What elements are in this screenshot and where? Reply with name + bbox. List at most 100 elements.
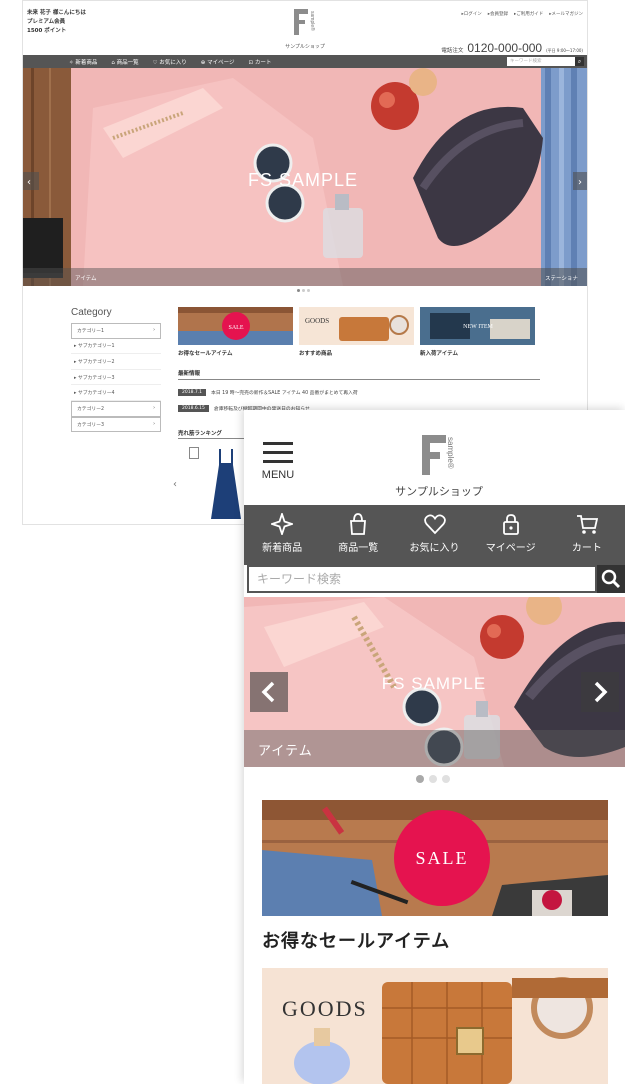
header-links: ▸ログイン ▸会員登録 ▸ご利用ガイド ▸メールマガジン [461,11,583,17]
subcategory-item[interactable]: ▸ サブカテゴリー1 [71,339,161,355]
hero-caption: アイテム [258,744,313,759]
heart-icon [423,514,446,535]
mobile-preview: MENU sample® サンプルショップ 新着商品 商品一覧 お気に入り マイ… [244,410,625,1084]
news-date: 2018.7.1 [178,389,207,396]
tile-caption: 新入荷アイテム [420,351,458,357]
header-link[interactable]: ▸会員登録 [488,11,508,17]
slider-next-button[interactable] [581,672,619,712]
search-input[interactable]: キーワード検索 [247,565,597,593]
member-rank: プレミアム会員 [27,19,66,25]
header-link[interactable]: ▸ログイン [461,11,481,17]
logo-side-text: sample® [309,11,316,31]
shop-logo[interactable]: sample® サンプルショップ [394,435,484,499]
subcategory-item[interactable]: ▸ サブカテゴリー2 [71,354,161,370]
chevron-left-icon [261,681,275,703]
slider-dots[interactable] [297,289,310,292]
user-greeting: 未来 花子 様こんにちは [27,10,86,16]
feature-tiles: SALE お得なセールアイテム GOODS おすすめ商品 NEW ITEM 新入… [178,307,535,357]
desktop-search-input[interactable]: キーワード検索 ⌕ [507,57,584,66]
ranking-prev-icon[interactable]: ‹ [173,479,177,490]
hero-title: FS SAMPLE [248,170,358,190]
chevron-right-icon: › [153,421,155,427]
logo-shop-name: サンプルショップ [285,44,325,50]
cart-icon [576,515,598,534]
search-icon[interactable]: ⌕ [575,57,584,66]
tile-caption: おすすめ商品 [299,351,333,357]
nav-mypage[interactable]: ⊕ マイページ [201,58,235,66]
nav-product-list[interactable]: 商品一覧 [320,505,396,565]
nav-new-items[interactable]: ✧ 新着商品 [69,58,97,66]
nav-favorites[interactable]: ♡ お気に入り [153,58,187,66]
feature-tile-goods[interactable]: GOODS おすすめ商品 [299,307,414,357]
category-list: カテゴリー1 › ▸ サブカテゴリー1 ▸ サブカテゴリー2 ▸ サブカテゴリー3… [71,323,161,433]
nav-label: マイページ [485,543,536,554]
nav-new-items[interactable]: 新着商品 [244,505,320,565]
shop-logo[interactable]: sample® サンプルショップ [285,9,325,50]
news-item[interactable]: 2018.7.1 本日 19 時〜完売の新作＆SALE アイテム 40 品番がま… [178,389,358,396]
chevron-right-icon: › [153,406,155,412]
svg-text:‹: ‹ [27,177,31,188]
feature-tile-new[interactable]: NEW ITEM 新入荷アイテム [420,307,535,357]
news-title: 最新情報 [178,371,201,377]
nav-label: 新着商品 [262,543,303,554]
svg-text:›: › [578,177,582,188]
hero-slider[interactable]: ‹ › FS SAMPLE アイテム ステーショナ [23,68,587,286]
svg-text:GOODS: GOODS [305,317,329,325]
search-icon [601,569,621,589]
goods-banner: GOODS [299,307,414,345]
category-item[interactable]: カテゴリー3 › [71,416,161,433]
ranking-title: 売れ筋ランキング [178,431,222,437]
subcategory-item[interactable]: ▸ サブカテゴリー3 [71,370,161,386]
search-placeholder: キーワード検索 [257,572,342,586]
logo-mark-icon: sample® [422,435,456,479]
hero-title: FS SAMPLE [382,674,486,693]
ranking-product-image[interactable] [209,449,243,523]
nav-cart[interactable]: カート [549,505,625,565]
hamburger-icon [263,442,293,445]
svg-text:SALE: SALE [229,325,244,331]
user-info: 未来 花子 様こんにちは プレミアム会員 1500 ポイント [27,9,86,36]
nav-label: お気に入り [409,543,460,554]
chevron-right-icon: › [153,328,155,334]
tel-order: 電話注文 0120-000-000 (平日 9:00〜17:00) [441,41,583,55]
category-item[interactable]: カテゴリー2 › [71,400,161,417]
nav-favorites[interactable]: お気に入り [396,505,472,565]
global-nav: ✧ 新着商品 ⌂ 商品一覧 ♡ お気に入り ⊕ マイページ ⊡ カート [23,55,587,68]
logo-shop-name: サンプルショップ [395,485,483,498]
hero-caption: アイテム [75,275,97,282]
search-button[interactable] [597,565,625,593]
mobile-nav: 新着商品 商品一覧 お気に入り マイページ カート [244,505,625,565]
bookmark-icon[interactable] [189,447,199,459]
header-link[interactable]: ▸メールマガジン [549,11,583,17]
category-item[interactable]: カテゴリー1 › [71,323,161,339]
tile-caption: お得なセールアイテム [178,351,233,357]
nav-label: カート [571,543,602,554]
sale-badge: SALE [416,848,469,868]
slider-dots[interactable] [416,775,450,783]
slider-prev-button[interactable] [250,672,288,712]
news-text: 本日 19 時〜完売の新作＆SALE アイテム 40 品番がまとめて再入荷 [211,391,358,396]
nav-product-list[interactable]: ⌂ 商品一覧 [111,58,138,66]
logo-mark-icon: sample® [294,9,316,41]
search-placeholder: キーワード検索 [510,59,542,64]
feature-tile-sale[interactable]: SALE お得なセールアイテム [178,307,293,357]
nav-mypage[interactable]: マイページ [473,505,549,565]
nav-cart[interactable]: ⊡ カート [249,58,272,66]
goods-banner[interactable]: GOODS [262,968,608,1084]
tel-label: 電話注文 [441,48,464,54]
sparkle-icon [271,513,294,535]
menu-button[interactable]: MENU [258,442,298,481]
nav-label: 商品一覧 [338,543,379,554]
logo-side-text: sample® [446,437,455,469]
header-link[interactable]: ▸ご利用ガイド [514,11,543,17]
user-points: 1500 ポイント [27,28,67,34]
news-date: 2018.6.15 [178,405,209,412]
tel-number: 0120-000-000 [467,41,543,55]
shopping-bag-icon [350,513,367,535]
subcategory-item[interactable]: ▸ サブカテゴリー4 [71,385,161,401]
sale-banner: SALE [178,307,293,345]
tile-caption: お得なセールアイテム [262,931,451,952]
sale-banner[interactable]: SALE [262,800,608,916]
lock-icon [502,514,519,535]
goods-badge: GOODS [282,996,368,1021]
